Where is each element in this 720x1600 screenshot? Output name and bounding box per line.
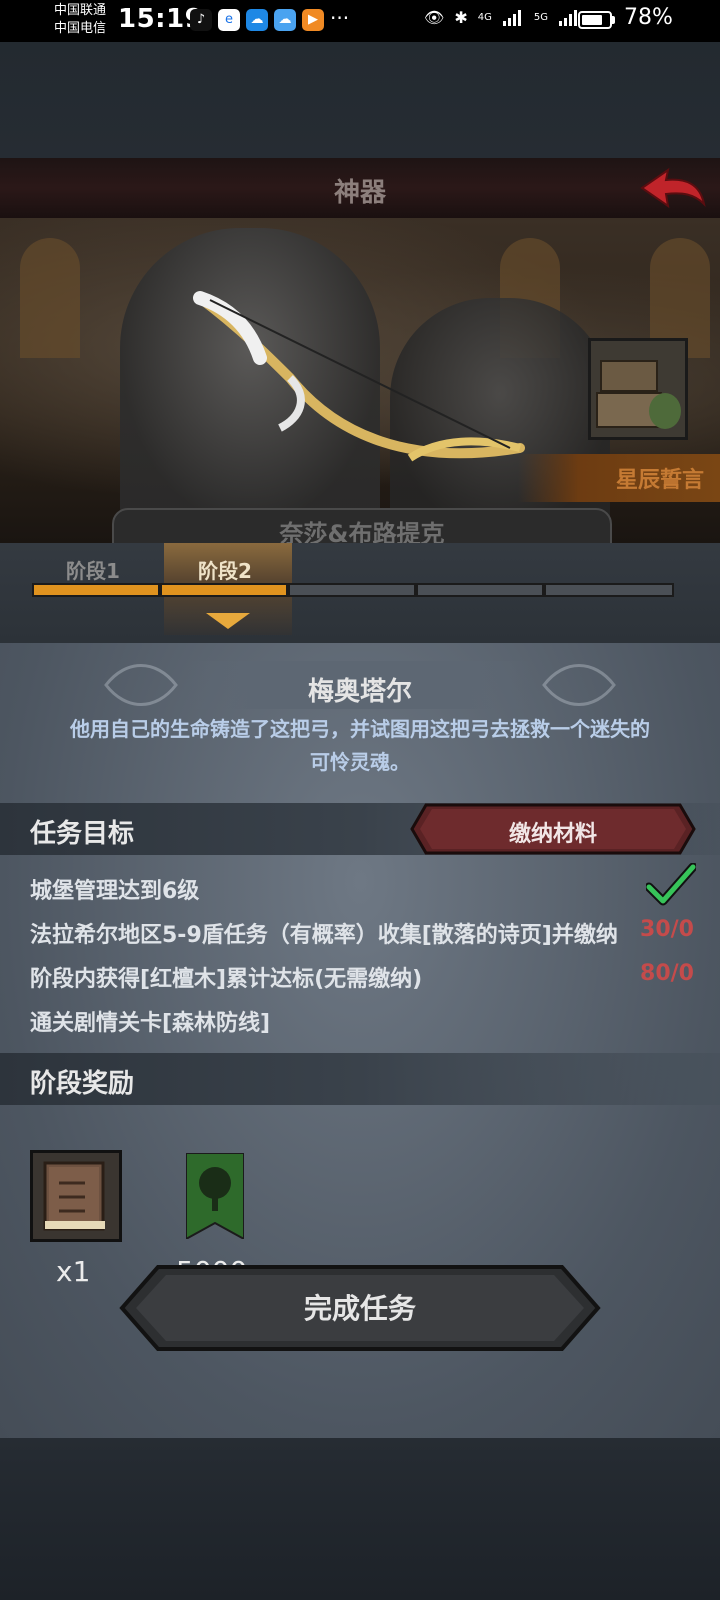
back-arrow-icon[interactable] <box>638 164 710 214</box>
cloud-app-icon: ☁ <box>246 9 268 31</box>
rewards-title: 阶段奖励 <box>30 1069 135 1099</box>
stage-progress-segment <box>288 583 416 597</box>
stage-progress-segment <box>160 583 288 597</box>
reward-count-book: x1 <box>56 1255 91 1288</box>
checkmark-icon <box>646 863 696 906</box>
book-icon <box>43 1161 105 1231</box>
battery-fill <box>582 15 602 25</box>
battery-percent: 78% <box>624 5 673 30</box>
stage-progress-segment <box>32 583 160 597</box>
hero-name-plate: 奈莎&布路提克 <box>112 508 612 543</box>
tab-stage-1[interactable]: 阶段1 <box>66 555 120 584</box>
artifact-description: 他用自己的生命铸造了这把弓，并试图用这把弓去拯救一个迷失的 可怜灵魂。 <box>30 713 690 779</box>
tree-banner-icon[interactable] <box>186 1153 244 1239</box>
stage-progress-segment <box>544 583 674 597</box>
tasks-title: 任务目标 <box>30 819 135 849</box>
artifact-detail-panel: 梅奥塔尔 他用自己的生命铸造了这把弓，并试图用这把弓去拯救一个迷失的 可怜灵魂。… <box>0 643 720 1438</box>
signal-5g-label: 5G <box>533 12 548 23</box>
bottom-empty-area <box>0 1438 720 1600</box>
tab-stage-2[interactable]: 阶段2 <box>198 555 252 584</box>
title-bar: 神器 <box>0 158 720 220</box>
signal-4g-label: 4G <box>477 12 492 23</box>
submit-materials-label: 缴纳材料 <box>508 822 597 847</box>
chest-graphic <box>596 360 681 429</box>
task-progress: 30/0 <box>640 917 694 942</box>
stage-progress: 阶段1 阶段2 <box>0 543 720 643</box>
signal-bars-icon <box>502 9 521 26</box>
rewards-header: 阶段奖励 <box>0 1053 720 1105</box>
complete-task-button[interactable]: 完成任务 <box>118 1263 602 1353</box>
carrier-1: 中国联通 <box>54 3 107 18</box>
treasure-chest-icon[interactable] <box>588 338 688 440</box>
artifact-name: 梅奥塔尔 <box>307 677 412 707</box>
video-app-icon: ▶ <box>302 9 324 31</box>
page-title: 神器 <box>333 178 386 208</box>
star-oath-label: 星辰誓言 <box>615 468 704 493</box>
carrier-2: 中国电信 <box>54 21 107 36</box>
cloud-drive-icon: ☁ <box>274 9 296 31</box>
eye-icon: 👁 <box>424 8 445 27</box>
battery-icon <box>578 11 612 29</box>
signal-bars-icon-2 <box>558 9 577 26</box>
submit-materials-button[interactable]: 缴纳材料 <box>410 803 696 855</box>
star-oath-banner[interactable]: 星辰誓言 <box>518 454 720 502</box>
battery-cap <box>612 16 615 24</box>
stage-selector-arrow-icon <box>206 613 250 629</box>
background-arch <box>20 238 80 358</box>
artifact-header: 梅奥塔尔 <box>0 657 720 713</box>
artifact-showcase: 星辰誓言 奈莎&布路提克 <box>0 218 720 543</box>
carrier-info: 中国联通 中国电信 <box>54 2 106 38</box>
more-notifications-icon: ··· <box>330 6 350 30</box>
system-icons: 👁 ✱ 4G 5G <box>424 8 580 27</box>
stage-progress-segment <box>416 583 544 597</box>
bluetooth-icon: ✱ <box>454 8 468 27</box>
tiktok-icon: ♪ <box>190 9 212 31</box>
top-empty-area <box>0 42 720 158</box>
task-item: 法拉希尔地区5-9盾任务（有概率）收集[散落的诗页]并缴纳 <box>30 923 618 948</box>
status-bar: 中国联通 中国电信 15:19 ♪ e ☁ ☁ ▶ ··· 👁 ✱ 4G 5G … <box>0 0 720 42</box>
reward-item-book[interactable] <box>30 1150 122 1242</box>
description-line-2: 可怜灵魂。 <box>310 750 410 774</box>
task-item: 城堡管理达到6级 <box>30 879 200 904</box>
notification-icons: ♪ e ☁ ☁ ▶ <box>190 9 324 31</box>
tasks-header: 任务目标 缴纳材料 <box>0 803 720 855</box>
bow-artifact-icon <box>193 291 525 462</box>
task-item: 阶段内获得[红檀木]累计达标(无需缴纳) <box>30 967 423 992</box>
browser-icon: e <box>218 9 240 31</box>
complete-task-label: 完成任务 <box>303 1292 416 1325</box>
hero-name: 奈莎&布路提克 <box>279 520 445 543</box>
description-line-1: 他用自己的生命铸造了这把弓，并试图用这把弓去拯救一个迷失的 <box>70 717 650 741</box>
task-item: 通关剧情关卡[森林防线] <box>30 1011 271 1036</box>
task-progress: 80/0 <box>640 961 694 986</box>
